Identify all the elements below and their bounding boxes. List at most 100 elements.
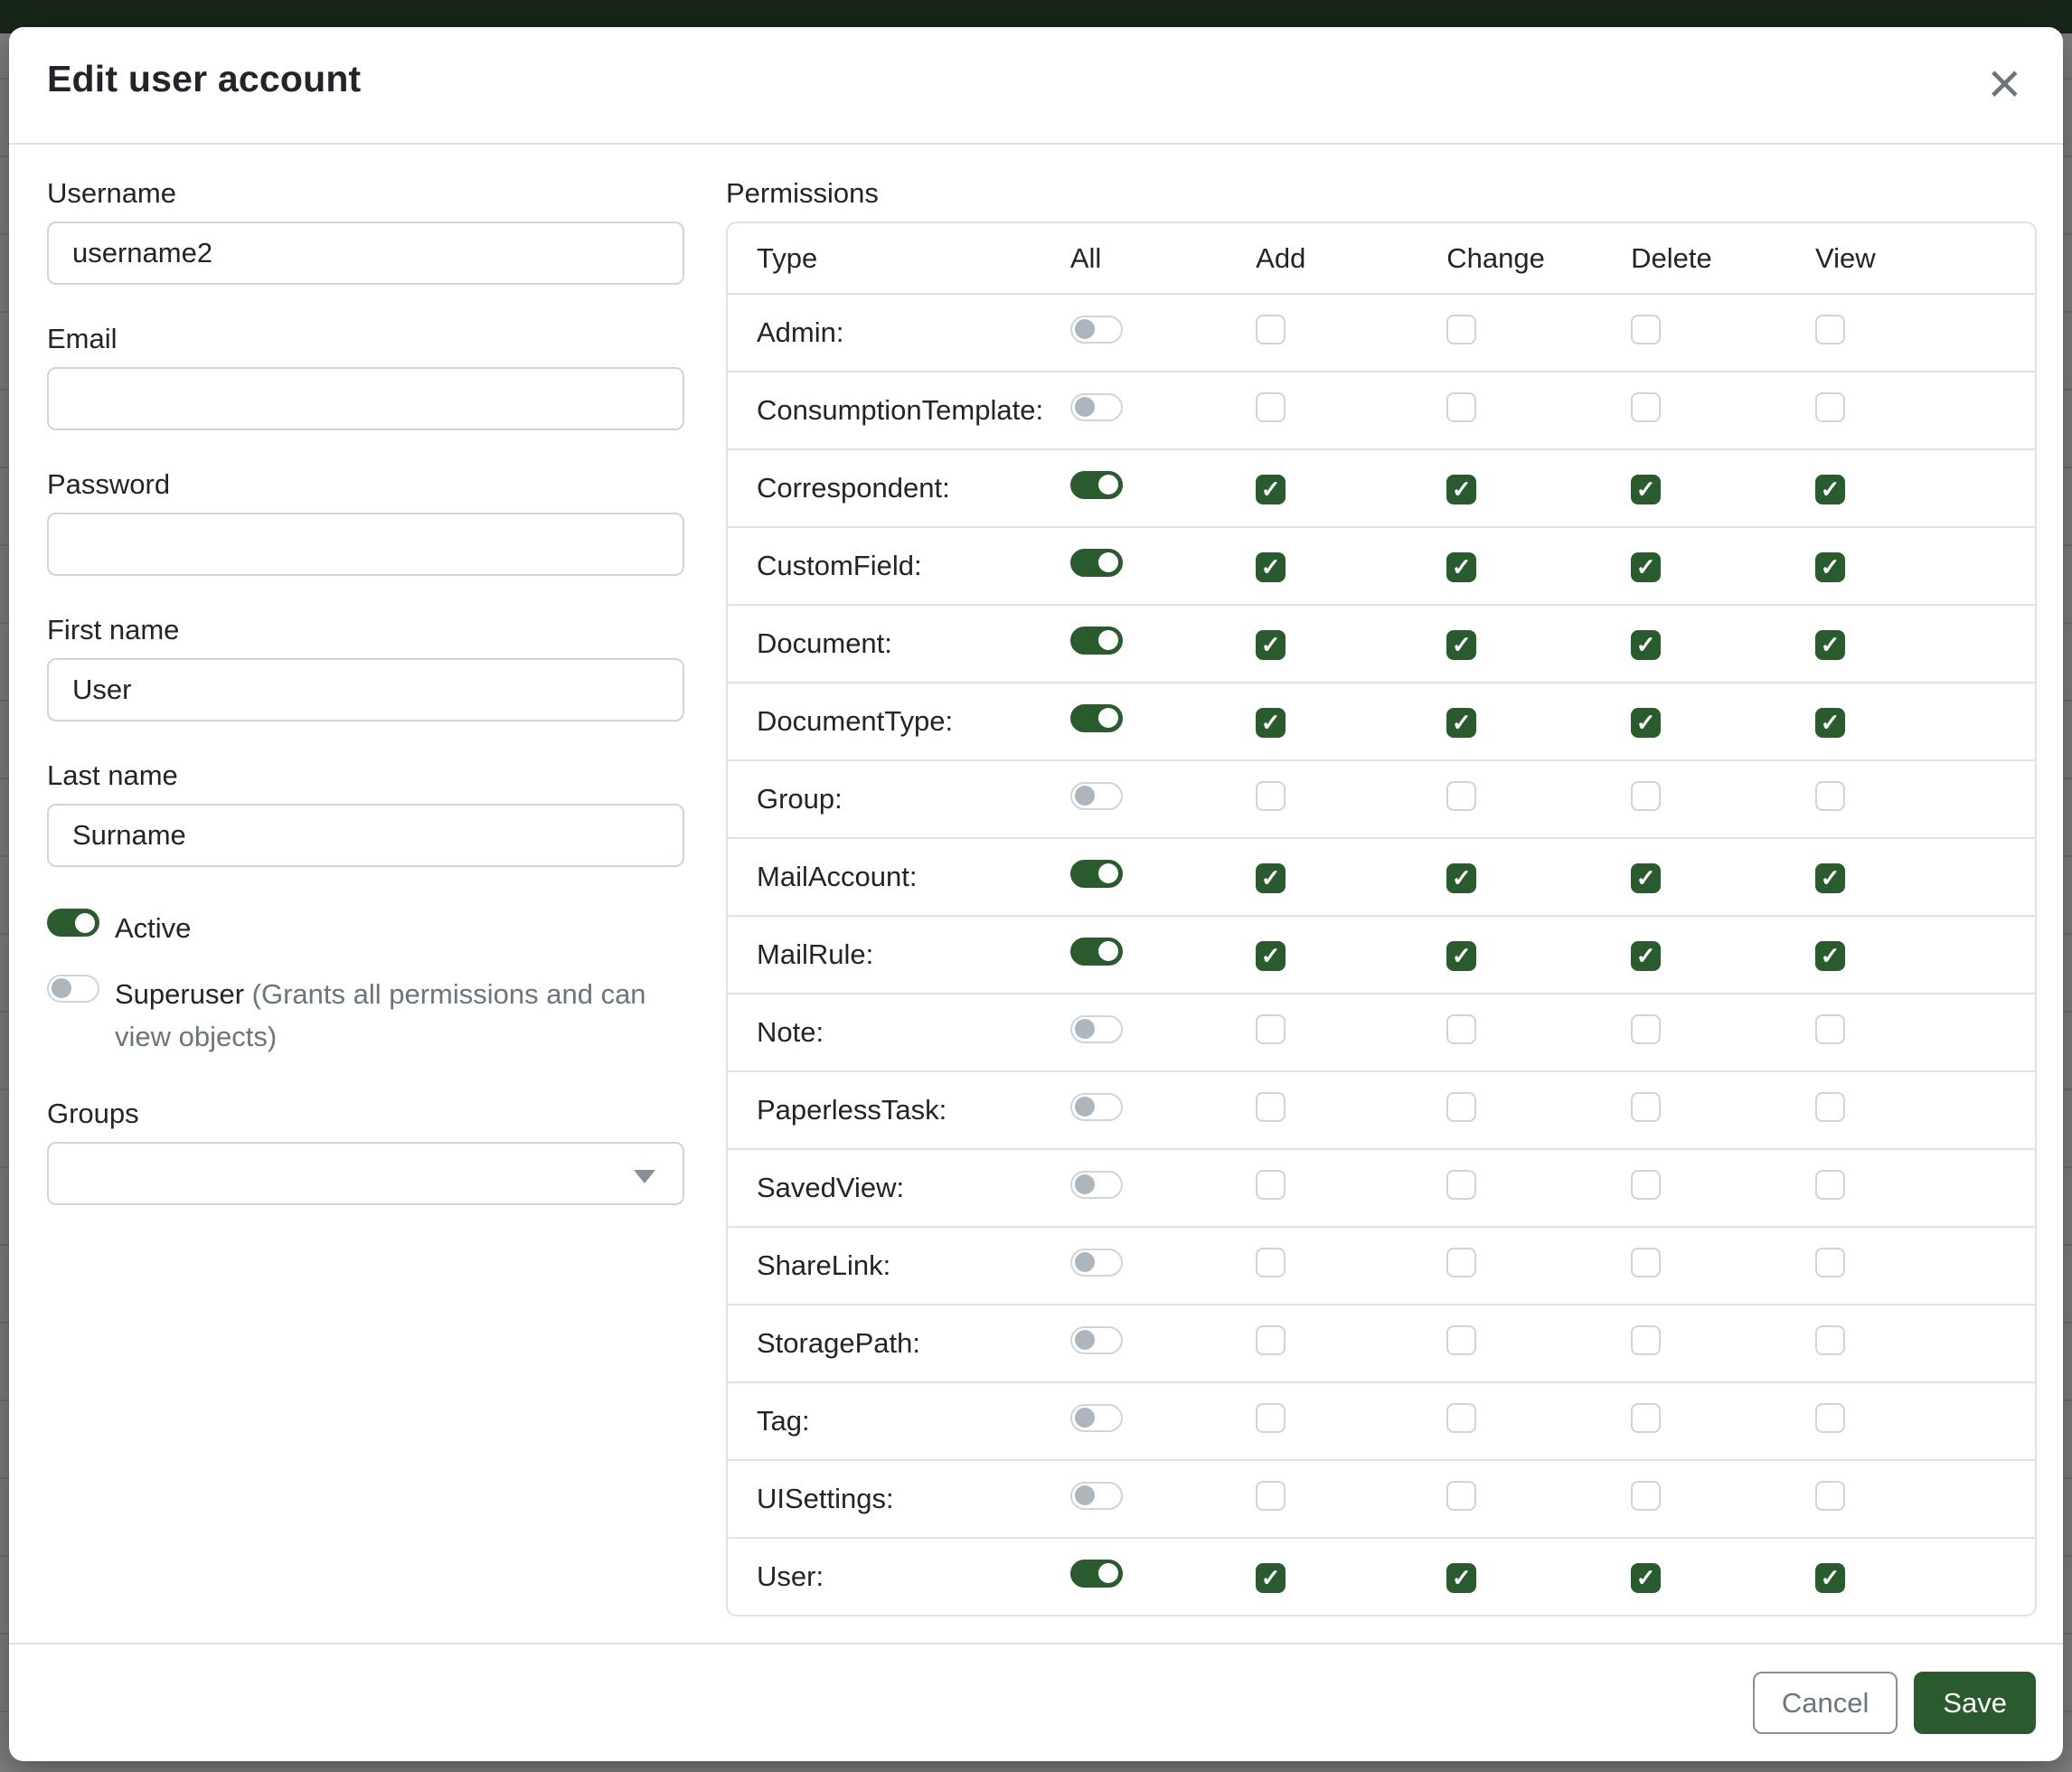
- perm-all-toggle-tag[interactable]: [1070, 1404, 1123, 1432]
- perm-change-checkbox-mailrule[interactable]: [1446, 941, 1476, 971]
- perm-delete-checkbox-mailaccount[interactable]: [1631, 863, 1661, 893]
- perm-delete-checkbox-sharelink[interactable]: [1631, 1248, 1661, 1277]
- perm-add-checkbox-mailrule[interactable]: [1256, 941, 1286, 971]
- perm-change-checkbox-mailaccount[interactable]: [1446, 863, 1476, 893]
- perm-view-checkbox-storagepath[interactable]: [1815, 1325, 1845, 1355]
- perm-view-checkbox-customfield[interactable]: [1815, 552, 1845, 582]
- perm-add-checkbox-correspondent[interactable]: [1256, 475, 1286, 504]
- perm-change-checkbox-group[interactable]: [1446, 781, 1476, 811]
- perm-view-checkbox-note[interactable]: [1815, 1014, 1845, 1044]
- perm-change-checkbox-sharelink[interactable]: [1446, 1248, 1476, 1277]
- perm-add-checkbox-savedview[interactable]: [1256, 1170, 1286, 1200]
- perm-change-checkbox-tag[interactable]: [1446, 1403, 1476, 1433]
- perm-change-checkbox-document[interactable]: [1446, 630, 1476, 660]
- perm-type-label: StoragePath:: [728, 1327, 1070, 1360]
- groups-select[interactable]: [47, 1142, 684, 1205]
- perm-all-toggle-customfield[interactable]: [1070, 549, 1123, 577]
- password-field[interactable]: [47, 513, 684, 576]
- cancel-button[interactable]: Cancel: [1753, 1672, 1898, 1734]
- perm-all-toggle-admin[interactable]: [1070, 316, 1123, 344]
- username-group: Username: [47, 177, 684, 285]
- perm-add-checkbox-consumptiontemplate[interactable]: [1256, 392, 1286, 422]
- perm-add-checkbox-user[interactable]: [1256, 1563, 1286, 1593]
- perm-all-toggle-user[interactable]: [1070, 1560, 1123, 1588]
- perm-view-checkbox-mailrule[interactable]: [1815, 941, 1845, 971]
- perm-change-checkbox-consumptiontemplate[interactable]: [1446, 392, 1476, 422]
- perm-delete-checkbox-group[interactable]: [1631, 781, 1661, 811]
- perm-change-checkbox-note[interactable]: [1446, 1014, 1476, 1044]
- perm-delete-checkbox-admin[interactable]: [1631, 315, 1661, 344]
- perm-change-checkbox-admin[interactable]: [1446, 315, 1476, 344]
- perm-view-checkbox-user[interactable]: [1815, 1563, 1845, 1593]
- perm-add-checkbox-tag[interactable]: [1256, 1403, 1286, 1433]
- perm-add-checkbox-note[interactable]: [1256, 1014, 1286, 1044]
- perm-add-checkbox-document[interactable]: [1256, 630, 1286, 660]
- perm-add-checkbox-documenttype[interactable]: [1256, 708, 1286, 738]
- perm-all-toggle-group[interactable]: [1070, 782, 1123, 810]
- perm-delete-checkbox-paperlesstask[interactable]: [1631, 1092, 1661, 1122]
- perm-view-checkbox-consumptiontemplate[interactable]: [1815, 392, 1845, 422]
- perm-delete-checkbox-tag[interactable]: [1631, 1403, 1661, 1433]
- close-icon[interactable]: ×: [1984, 58, 2025, 108]
- perm-all-toggle-document[interactable]: [1070, 627, 1123, 655]
- perm-view-checkbox-sharelink[interactable]: [1815, 1248, 1845, 1277]
- perm-view-checkbox-mailaccount[interactable]: [1815, 863, 1845, 893]
- perm-delete-checkbox-documenttype[interactable]: [1631, 708, 1661, 738]
- superuser-toggle[interactable]: [47, 975, 99, 1003]
- perm-add-checkbox-mailaccount[interactable]: [1256, 863, 1286, 893]
- perm-delete-checkbox-uisettings[interactable]: [1631, 1481, 1661, 1511]
- active-toggle[interactable]: [47, 909, 99, 937]
- perm-change-checkbox-documenttype[interactable]: [1446, 708, 1476, 738]
- perm-add-checkbox-storagepath[interactable]: [1256, 1325, 1286, 1355]
- perm-all-toggle-mailrule[interactable]: [1070, 938, 1123, 966]
- perm-change-checkbox-savedview[interactable]: [1446, 1170, 1476, 1200]
- perm-delete-checkbox-document[interactable]: [1631, 630, 1661, 660]
- perm-all-toggle-mailaccount[interactable]: [1070, 860, 1123, 888]
- perm-add-checkbox-paperlesstask[interactable]: [1256, 1092, 1286, 1122]
- perm-add-checkbox-admin[interactable]: [1256, 315, 1286, 344]
- perm-delete-checkbox-customfield[interactable]: [1631, 552, 1661, 582]
- perm-view-checkbox-savedview[interactable]: [1815, 1170, 1845, 1200]
- perm-view-checkbox-documenttype[interactable]: [1815, 708, 1845, 738]
- perm-change-checkbox-customfield[interactable]: [1446, 552, 1476, 582]
- last-name-field[interactable]: [47, 804, 684, 867]
- perm-view-checkbox-uisettings[interactable]: [1815, 1481, 1845, 1511]
- perm-delete-checkbox-correspondent[interactable]: [1631, 475, 1661, 504]
- perm-change-checkbox-uisettings[interactable]: [1446, 1481, 1476, 1511]
- perm-change-checkbox-paperlesstask[interactable]: [1446, 1092, 1476, 1122]
- perm-view-checkbox-admin[interactable]: [1815, 315, 1845, 344]
- perm-delete-checkbox-mailrule[interactable]: [1631, 941, 1661, 971]
- save-button[interactable]: Save: [1914, 1672, 2036, 1734]
- perm-delete-checkbox-storagepath[interactable]: [1631, 1325, 1661, 1355]
- permission-row-tag: Tag:: [728, 1381, 2035, 1459]
- first-name-field[interactable]: [47, 658, 684, 721]
- perm-delete-checkbox-consumptiontemplate[interactable]: [1631, 392, 1661, 422]
- perm-all-toggle-sharelink[interactable]: [1070, 1249, 1123, 1277]
- username-input[interactable]: [47, 222, 684, 285]
- perm-change-checkbox-storagepath[interactable]: [1446, 1325, 1476, 1355]
- perm-all-toggle-correspondent[interactable]: [1070, 471, 1123, 499]
- email-field[interactable]: [47, 367, 684, 430]
- perm-change-checkbox-user[interactable]: [1446, 1563, 1476, 1593]
- perm-delete-checkbox-savedview[interactable]: [1631, 1170, 1661, 1200]
- perm-all-toggle-note[interactable]: [1070, 1015, 1123, 1043]
- perm-view-checkbox-tag[interactable]: [1815, 1403, 1845, 1433]
- perm-all-toggle-uisettings[interactable]: [1070, 1482, 1123, 1510]
- perm-view-checkbox-document[interactable]: [1815, 630, 1845, 660]
- active-label: Active: [115, 912, 191, 944]
- perm-all-toggle-documenttype[interactable]: [1070, 704, 1123, 732]
- perm-view-checkbox-correspondent[interactable]: [1815, 475, 1845, 504]
- perm-all-toggle-consumptiontemplate[interactable]: [1070, 393, 1123, 421]
- perm-add-checkbox-uisettings[interactable]: [1256, 1481, 1286, 1511]
- perm-change-checkbox-correspondent[interactable]: [1446, 475, 1476, 504]
- perm-delete-checkbox-user[interactable]: [1631, 1563, 1661, 1593]
- perm-view-checkbox-paperlesstask[interactable]: [1815, 1092, 1845, 1122]
- perm-delete-checkbox-note[interactable]: [1631, 1014, 1661, 1044]
- perm-all-toggle-savedview[interactable]: [1070, 1171, 1123, 1199]
- perm-all-toggle-storagepath[interactable]: [1070, 1326, 1123, 1354]
- perm-add-checkbox-customfield[interactable]: [1256, 552, 1286, 582]
- perm-add-checkbox-group[interactable]: [1256, 781, 1286, 811]
- perm-all-toggle-paperlesstask[interactable]: [1070, 1093, 1123, 1121]
- perm-add-checkbox-sharelink[interactable]: [1256, 1248, 1286, 1277]
- perm-view-checkbox-group[interactable]: [1815, 781, 1845, 811]
